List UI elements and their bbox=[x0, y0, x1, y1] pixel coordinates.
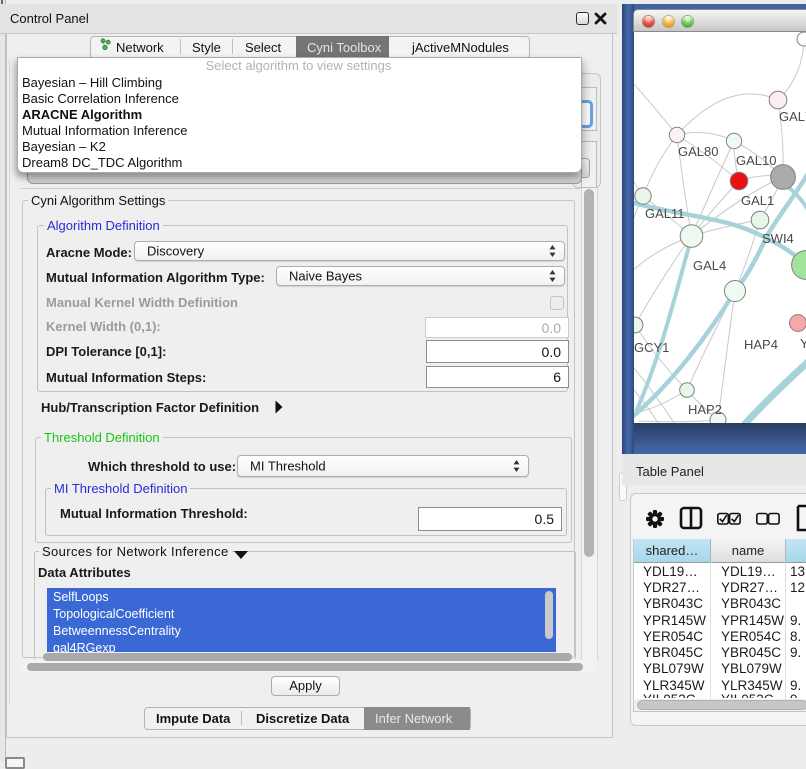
svg-text:GAL7: GAL7 bbox=[779, 109, 806, 124]
svg-text:GAL10: GAL10 bbox=[736, 153, 776, 168]
svg-text:HAP4: HAP4 bbox=[744, 337, 778, 352]
svg-text:GCY1: GCY1 bbox=[634, 340, 669, 355]
svg-text:GAL1: GAL1 bbox=[741, 193, 774, 208]
svg-text:GAL4: GAL4 bbox=[693, 258, 726, 273]
svg-text:Y: Y bbox=[800, 336, 806, 351]
svg-text:GAL11: GAL11 bbox=[645, 206, 685, 221]
svg-text:HAP2: HAP2 bbox=[688, 402, 722, 417]
svg-text:SWI4: SWI4 bbox=[762, 231, 794, 246]
svg-text:GAL80: GAL80 bbox=[678, 144, 718, 159]
